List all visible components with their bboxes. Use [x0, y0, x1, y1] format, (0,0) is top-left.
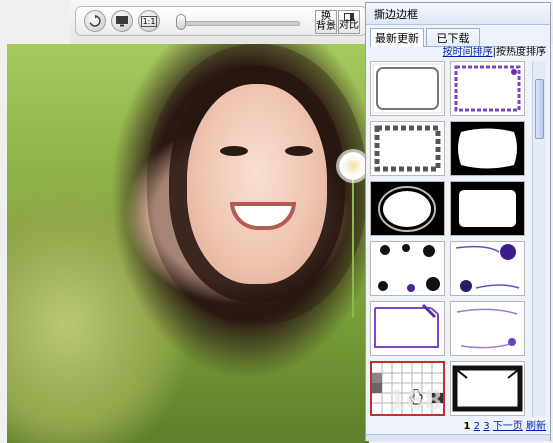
sort-by-popularity-link[interactable]: 按热度排序 — [496, 47, 546, 58]
frame-thumbnails-grid — [370, 61, 530, 417]
tab-downloaded[interactable]: 已下载 — [426, 28, 480, 46]
monitor-button[interactable] — [111, 10, 133, 32]
panel-tabs: 最新更新 已下载 — [370, 28, 546, 47]
frame-thumbnail[interactable] — [450, 301, 525, 356]
sort-by-time-link[interactable]: 按时间排序 — [443, 47, 493, 58]
frame-thumbnail-art — [374, 303, 439, 348]
frame-thumbnail-art — [374, 125, 441, 172]
toolbar-left-strip — [0, 0, 70, 44]
frame-thumbnail[interactable] — [450, 181, 525, 236]
flower-stem — [352, 178, 354, 318]
pager-current-page: 1 — [463, 421, 471, 432]
zoom-slider-thumb[interactable] — [176, 14, 186, 30]
panel-bottom-strip — [366, 434, 550, 441]
compare-button[interactable]: 对比 — [338, 10, 360, 34]
pager-next[interactable]: 下一页 — [493, 421, 523, 432]
actual-size-button[interactable]: 1:1 — [138, 10, 160, 32]
frame-thumbnail[interactable] — [450, 361, 525, 416]
panel-title: 撕边边框 — [366, 3, 550, 25]
face-illustration — [187, 84, 327, 284]
toolbar-panel: 1:1 换 背景 对比 — [75, 6, 367, 36]
frame-thumbnail[interactable] — [370, 61, 445, 116]
pager-page-2[interactable]: 2 — [474, 421, 480, 432]
frame-thumbnail-selected[interactable] — [370, 361, 445, 416]
frame-thumbnail[interactable] — [450, 121, 525, 176]
frame-thumbnail-art — [452, 365, 523, 412]
thumbnail-scrollbar[interactable] — [532, 61, 546, 417]
pager: 1 2 3 下一页 刷新 — [370, 420, 546, 434]
right-eye — [285, 146, 313, 156]
frame-thumbnail-art — [456, 308, 518, 349]
sort-bar: 按时间排序|按热度排序 — [370, 46, 546, 60]
border-panel: 撕边边框 最新更新 已下载 按时间排序|按热度排序 1 2 3 下一页 刷新 — [365, 2, 551, 441]
frame-thumbnail[interactable] — [370, 241, 445, 296]
background-button-line2: 背景 — [316, 21, 336, 32]
hand-cursor-icon — [409, 389, 423, 405]
frame-thumbnail-art — [454, 65, 521, 112]
rotate-button[interactable] — [84, 10, 106, 32]
pager-refresh[interactable]: 刷新 — [526, 421, 546, 432]
frame-thumbnail[interactable] — [370, 301, 445, 356]
pager-page-3[interactable]: 3 — [483, 421, 489, 432]
zoom-slider-track[interactable] — [178, 21, 300, 26]
frame-thumbnail[interactable] — [370, 121, 445, 176]
frame-thumbnail[interactable] — [450, 61, 525, 116]
frame-thumbnail-art — [458, 128, 517, 169]
frame-thumbnail[interactable] — [450, 241, 525, 296]
frame-thumbnail-art — [378, 244, 440, 292]
frame-thumbnail-art — [459, 190, 516, 227]
monitor-icon — [116, 16, 128, 27]
flower — [339, 152, 367, 180]
frame-thumbnail-art — [372, 63, 443, 114]
photo-canvas — [7, 44, 369, 443]
background-button[interactable]: 换 背景 — [315, 10, 337, 34]
actual-size-label: 1:1 — [140, 15, 158, 27]
frame-thumbnail[interactable] — [370, 181, 445, 236]
rotate-icon — [89, 14, 101, 27]
compare-button-line2: 对比 — [339, 20, 359, 31]
tab-latest[interactable]: 最新更新 — [370, 28, 424, 47]
frame-thumbnail-art — [378, 186, 436, 232]
scrollbar-thumb[interactable] — [535, 79, 544, 139]
left-eye — [220, 146, 248, 156]
frame-thumbnail-art — [455, 244, 520, 292]
